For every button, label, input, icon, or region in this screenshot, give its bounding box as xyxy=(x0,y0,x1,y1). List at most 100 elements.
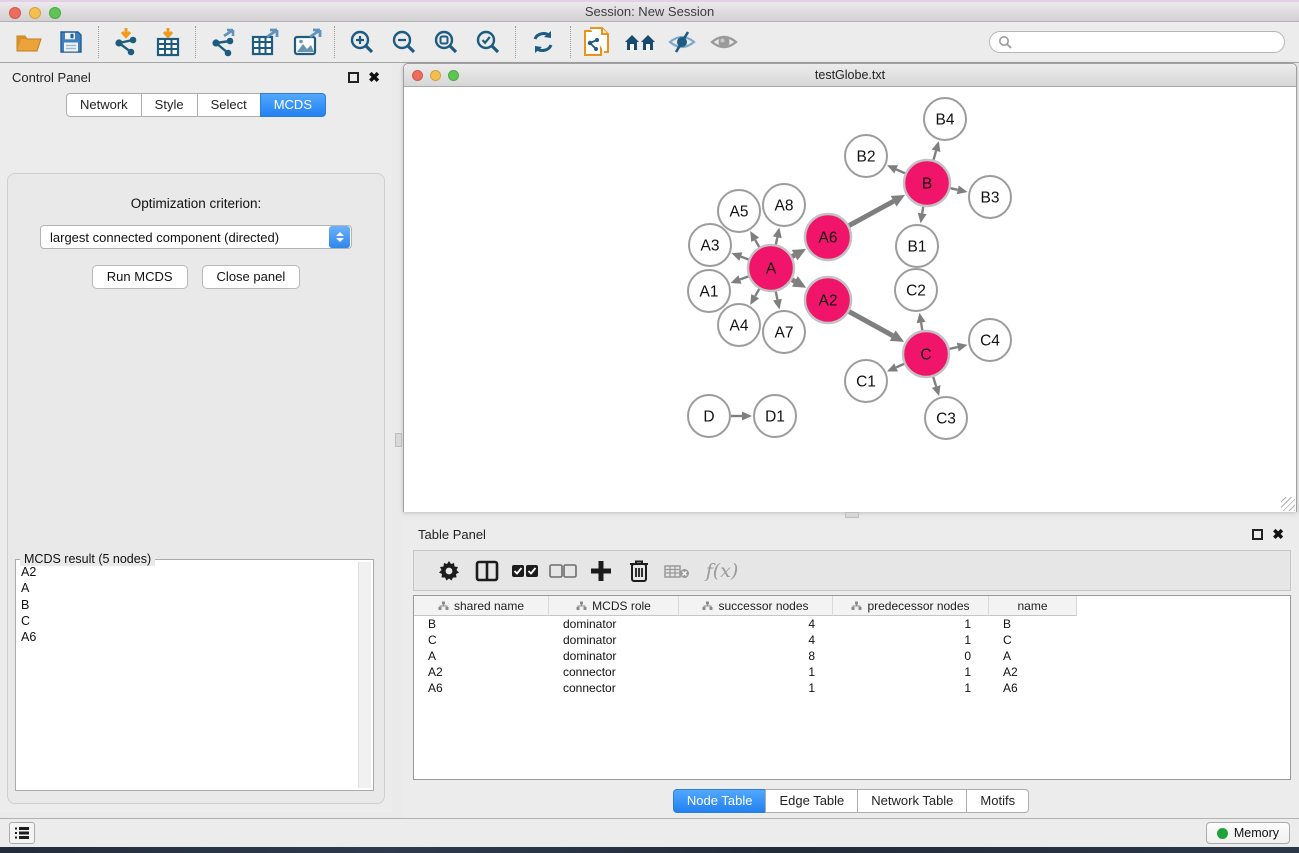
hide-selected-button[interactable] xyxy=(661,24,703,60)
mcds-result-item[interactable]: A2 xyxy=(18,564,357,580)
edge-B-B2[interactable] xyxy=(896,169,905,173)
zoom-window-button[interactable] xyxy=(49,7,61,19)
close-panel-button[interactable]: Close panel xyxy=(202,265,301,289)
tab-mcds[interactable]: MCDS xyxy=(260,93,326,117)
open-file-button[interactable] xyxy=(8,24,50,60)
column-header-successor-nodes[interactable]: successor nodes xyxy=(679,596,833,616)
mcds-result-item[interactable]: A6 xyxy=(18,629,357,645)
tab-network-table[interactable]: Network Table xyxy=(857,789,967,813)
mac-titlebar[interactable]: Session: New Session xyxy=(0,0,1299,22)
float-table-panel-icon[interactable] xyxy=(1252,529,1263,540)
zoom-out-button[interactable] xyxy=(383,24,425,60)
export-table-button[interactable] xyxy=(244,24,286,60)
edge-A6-B[interactable] xyxy=(849,201,894,225)
window-resize-grip[interactable] xyxy=(1281,497,1295,511)
graph-node-label: A3 xyxy=(701,238,720,255)
search-input[interactable] xyxy=(1012,35,1276,49)
tab-node-table[interactable]: Node Table xyxy=(673,789,767,813)
edge-A2-C[interactable] xyxy=(849,312,893,336)
edge-B-B4[interactable] xyxy=(933,151,936,160)
table-row[interactable]: Cdominator41C xyxy=(414,632,1290,648)
status-bar: Memory xyxy=(0,818,1299,847)
import-table-button[interactable] xyxy=(147,24,189,60)
horizontal-scrollbar-thumb[interactable] xyxy=(845,512,859,518)
mcds-panel: Optimization criterion: largest connecte… xyxy=(7,173,385,804)
edge-A-A4[interactable] xyxy=(755,289,759,296)
import-network-button[interactable] xyxy=(105,24,147,60)
table-row[interactable]: A2connector11A2 xyxy=(414,664,1290,680)
column-header-name[interactable]: name xyxy=(989,596,1077,616)
column-header-shared-name[interactable]: shared name xyxy=(414,596,549,616)
network-canvas[interactable]: B4B2BB3A8A5A6A3B1AA1C2A2A4A7C4CC1C3DD1 xyxy=(404,87,1296,512)
float-panel-icon[interactable] xyxy=(348,72,359,83)
edge-A-A5[interactable] xyxy=(755,240,759,247)
graph-node-label: B4 xyxy=(936,112,955,129)
close-table-panel-icon[interactable]: ✖ xyxy=(1272,529,1284,540)
zoom-network-window-button[interactable] xyxy=(448,70,459,81)
mcds-result-item[interactable]: C xyxy=(18,613,357,629)
edge-A-A3[interactable] xyxy=(741,257,749,260)
column-header-MCDS-role[interactable]: MCDS role xyxy=(549,596,679,616)
add-column-button[interactable] xyxy=(582,554,620,588)
table-settings-button[interactable] xyxy=(430,554,468,588)
column-visibility-button[interactable] xyxy=(468,554,506,588)
first-neighbors-button[interactable] xyxy=(619,24,661,60)
edge-C-C1[interactable] xyxy=(896,364,904,368)
zoom-selected-button[interactable] xyxy=(467,24,509,60)
mcds-result-item[interactable]: A xyxy=(18,580,357,596)
table-row[interactable]: A6connector11A6 xyxy=(414,680,1290,696)
save-session-button[interactable] xyxy=(50,24,92,60)
function-builder-button[interactable]: f(x) xyxy=(696,554,748,588)
edge-C-C2[interactable] xyxy=(921,323,922,331)
close-panel-icon[interactable]: ✖ xyxy=(368,72,380,83)
plus-icon xyxy=(590,560,612,582)
export-network-button[interactable] xyxy=(202,24,244,60)
edge-C-C3[interactable] xyxy=(933,377,936,387)
new-network-from-selection-button[interactable] xyxy=(577,24,619,60)
eye-slash-icon xyxy=(667,30,697,54)
tab-network[interactable]: Network xyxy=(66,93,142,117)
show-panel-menu-button[interactable] xyxy=(9,822,35,844)
toolbar-separator xyxy=(334,26,335,58)
tab-style[interactable]: Style xyxy=(141,93,198,117)
show-all-button[interactable] xyxy=(703,24,745,60)
select-all-button[interactable] xyxy=(506,554,544,588)
mcds-result-item[interactable]: B xyxy=(18,597,357,613)
edge-A-A2[interactable] xyxy=(792,280,795,282)
edge-arrowhead xyxy=(932,141,941,152)
graph-node-label: B1 xyxy=(908,239,927,256)
tab-select[interactable]: Select xyxy=(197,93,261,117)
table-row[interactable]: Adominator80A xyxy=(414,648,1290,664)
table-cell: A6 xyxy=(414,680,549,696)
close-network-window-button[interactable] xyxy=(412,70,423,81)
tab-edge-table[interactable]: Edge Table xyxy=(765,789,858,813)
minimize-network-window-button[interactable] xyxy=(430,70,441,81)
memory-button[interactable]: Memory xyxy=(1206,822,1290,844)
edge-A-A1[interactable] xyxy=(740,276,749,279)
export-image-button[interactable] xyxy=(286,24,328,60)
edge-C-C4[interactable] xyxy=(949,347,957,349)
column-header-predecessor-nodes[interactable]: predecessor nodes xyxy=(833,596,989,616)
zoom-in-button[interactable] xyxy=(341,24,383,60)
delete-table-button[interactable] xyxy=(658,554,696,588)
result-list-scrollbar[interactable] xyxy=(358,562,371,788)
tab-motifs[interactable]: Motifs xyxy=(966,789,1029,813)
delete-column-button[interactable] xyxy=(620,554,658,588)
vertical-scrollbar-thumb[interactable] xyxy=(395,433,402,447)
edge-B-B1[interactable] xyxy=(922,207,923,214)
table-row[interactable]: Bdominator41B xyxy=(414,616,1290,632)
edge-B-B3[interactable] xyxy=(950,188,957,190)
edge-A-A7[interactable] xyxy=(776,292,778,300)
minimize-window-button[interactable] xyxy=(29,7,41,19)
close-window-button[interactable] xyxy=(9,7,21,19)
edge-A-A6[interactable] xyxy=(792,255,795,256)
run-mcds-button[interactable]: Run MCDS xyxy=(92,265,188,289)
zoom-fit-button[interactable] xyxy=(425,24,467,60)
edge-A-A8[interactable] xyxy=(776,237,777,244)
optimization-criterion-dropdown[interactable]: largest connected component (directed) xyxy=(40,225,352,249)
network-window-titlebar[interactable]: testGlobe.txt xyxy=(404,64,1296,87)
refresh-view-button[interactable] xyxy=(522,24,564,60)
deselect-all-button[interactable] xyxy=(544,554,582,588)
edge-arrowhead xyxy=(957,343,968,352)
search-field[interactable] xyxy=(989,31,1285,53)
